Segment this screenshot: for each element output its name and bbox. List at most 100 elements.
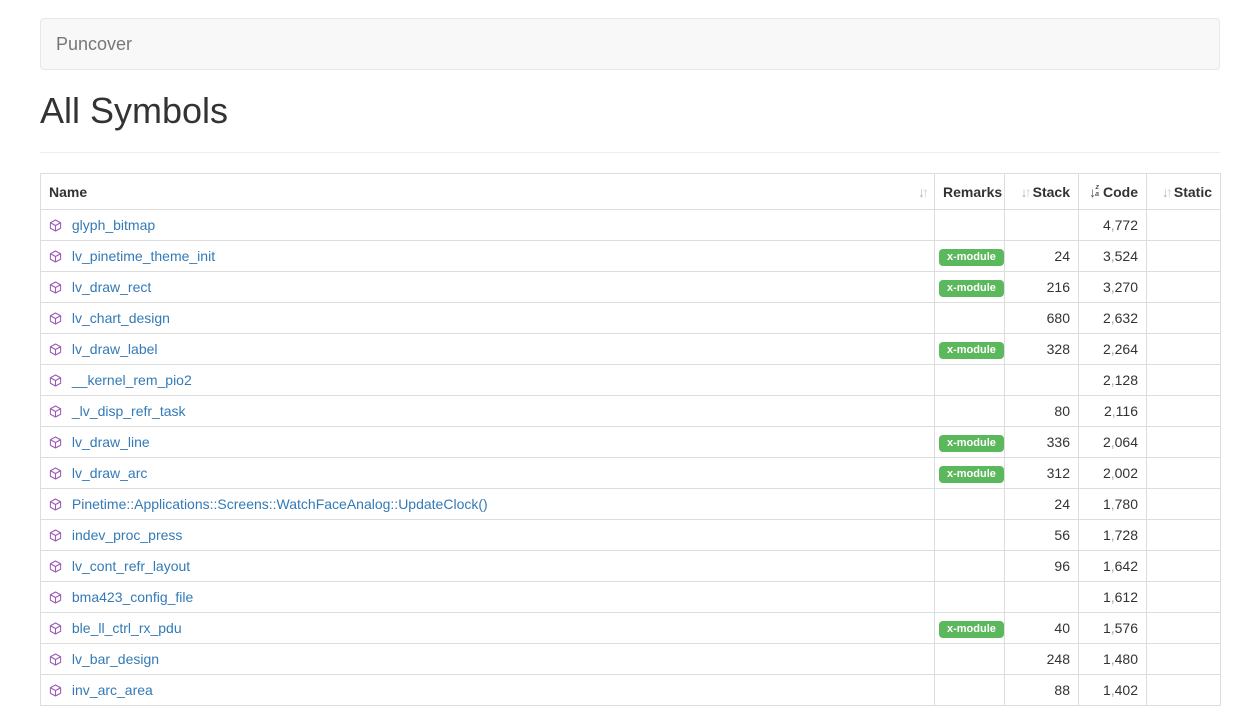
symbol-link[interactable]: lv_draw_arc	[72, 465, 147, 481]
navbar: Puncover	[40, 18, 1220, 70]
symbol-link[interactable]: lv_draw_line	[72, 434, 150, 450]
symbol-cube-icon	[49, 281, 62, 294]
symbols-tbody: glyph_bitmap 4,772 lv_pinetime_theme_ini…	[41, 210, 1221, 706]
name-cell: lv_draw_line	[41, 427, 935, 458]
remarks-cell: x-module	[935, 241, 1005, 272]
stack-cell: 88	[1005, 675, 1079, 706]
x-module-badge: x-module	[939, 280, 1004, 297]
stack-cell: 40	[1005, 613, 1079, 644]
symbol-link[interactable]: glyph_bitmap	[72, 217, 155, 233]
symbol-cube-icon	[49, 250, 62, 263]
static-cell	[1147, 396, 1221, 427]
symbol-link[interactable]: indev_proc_press	[72, 527, 183, 543]
name-cell: lv_bar_design	[41, 644, 935, 675]
remarks-cell	[935, 396, 1005, 427]
column-header-remarks[interactable]: Remarks	[935, 174, 1005, 210]
remarks-cell: x-module	[935, 272, 1005, 303]
remarks-cell	[935, 644, 1005, 675]
remarks-cell	[935, 489, 1005, 520]
static-cell	[1147, 644, 1221, 675]
column-header-name[interactable]: Name ↓↑	[41, 174, 935, 210]
code-cell: 1,402	[1079, 675, 1147, 706]
symbol-link[interactable]: lv_bar_design	[72, 651, 159, 667]
column-label: Static	[1174, 184, 1212, 200]
column-header-static[interactable]: ↓↑Static	[1147, 174, 1221, 210]
symbol-link[interactable]: lv_draw_label	[72, 341, 158, 357]
code-cell: 3,524	[1079, 241, 1147, 272]
remarks-cell	[935, 675, 1005, 706]
page-title: All Symbols	[40, 90, 1220, 132]
code-cell: 4,772	[1079, 210, 1147, 241]
code-cell: 2,128	[1079, 365, 1147, 396]
symbol-cube-icon	[49, 560, 62, 573]
stack-cell: 336	[1005, 427, 1079, 458]
table-row: lv_bar_design 248 1,480	[41, 644, 1221, 675]
code-cell: 3,270	[1079, 272, 1147, 303]
column-header-stack[interactable]: ↓↑Stack	[1005, 174, 1079, 210]
name-cell: lv_cont_refr_layout	[41, 551, 935, 582]
code-cell: 1,612	[1079, 582, 1147, 613]
static-cell	[1147, 551, 1221, 582]
name-cell: Pinetime::Applications::Screens::WatchFa…	[41, 489, 935, 520]
sort-icon: ↓↑	[1021, 184, 1029, 200]
table-row: bma423_config_file 1,612	[41, 582, 1221, 613]
column-header-code[interactable]: ↓zaCode	[1079, 174, 1147, 210]
symbols-table: Name ↓↑ Remarks ↓↑Stack ↓zaCode ↓↑Static	[40, 173, 1221, 706]
table-row: lv_draw_rect x-module 216 3,270	[41, 272, 1221, 303]
symbol-cube-icon	[49, 684, 62, 697]
symbol-link[interactable]: _lv_disp_refr_task	[72, 403, 186, 419]
static-cell	[1147, 303, 1221, 334]
code-cell: 1,728	[1079, 520, 1147, 551]
stack-cell: 328	[1005, 334, 1079, 365]
remarks-cell: x-module	[935, 613, 1005, 644]
remarks-cell: x-module	[935, 334, 1005, 365]
static-cell	[1147, 365, 1221, 396]
static-cell	[1147, 241, 1221, 272]
code-cell: 2,064	[1079, 427, 1147, 458]
name-cell: bma423_config_file	[41, 582, 935, 613]
table-row: lv_pinetime_theme_init x-module 24 3,524	[41, 241, 1221, 272]
symbol-link[interactable]: lv_chart_design	[72, 310, 170, 326]
code-cell: 2,002	[1079, 458, 1147, 489]
stack-cell: 24	[1005, 241, 1079, 272]
stack-cell	[1005, 582, 1079, 613]
navbar-brand-link[interactable]: Puncover	[41, 19, 147, 69]
static-cell	[1147, 520, 1221, 551]
static-cell	[1147, 272, 1221, 303]
name-cell: indev_proc_press	[41, 520, 935, 551]
static-cell	[1147, 210, 1221, 241]
table-row: lv_cont_refr_layout 96 1,642	[41, 551, 1221, 582]
stack-cell: 680	[1005, 303, 1079, 334]
symbol-link[interactable]: Pinetime::Applications::Screens::WatchFa…	[72, 496, 488, 512]
code-cell: 1,576	[1079, 613, 1147, 644]
symbol-link[interactable]: lv_draw_rect	[72, 279, 151, 295]
remarks-cell	[935, 582, 1005, 613]
table-row: lv_draw_line x-module 336 2,064	[41, 427, 1221, 458]
stack-cell	[1005, 210, 1079, 241]
symbol-link[interactable]: ble_ll_ctrl_rx_pdu	[72, 620, 182, 636]
symbol-link[interactable]: __kernel_rem_pio2	[72, 372, 192, 388]
code-cell: 1,480	[1079, 644, 1147, 675]
table-row: glyph_bitmap 4,772	[41, 210, 1221, 241]
remarks-cell: x-module	[935, 458, 1005, 489]
symbol-link[interactable]: lv_cont_refr_layout	[72, 558, 190, 574]
remarks-cell	[935, 551, 1005, 582]
symbol-link[interactable]: lv_pinetime_theme_init	[72, 248, 215, 264]
name-cell: _lv_disp_refr_task	[41, 396, 935, 427]
name-cell: lv_draw_arc	[41, 458, 935, 489]
symbol-link[interactable]: bma423_config_file	[72, 589, 193, 605]
static-cell	[1147, 427, 1221, 458]
x-module-badge: x-module	[939, 249, 1004, 266]
stack-cell: 248	[1005, 644, 1079, 675]
symbol-link[interactable]: inv_arc_area	[72, 682, 153, 698]
column-label: Name	[49, 184, 87, 200]
symbol-cube-icon	[49, 529, 62, 542]
stack-cell: 24	[1005, 489, 1079, 520]
name-cell: lv_pinetime_theme_init	[41, 241, 935, 272]
code-cell: 2,116	[1079, 396, 1147, 427]
stack-cell: 96	[1005, 551, 1079, 582]
name-cell: lv_chart_design	[41, 303, 935, 334]
symbol-cube-icon	[49, 219, 62, 232]
x-module-badge: x-module	[939, 342, 1004, 359]
name-cell: inv_arc_area	[41, 675, 935, 706]
